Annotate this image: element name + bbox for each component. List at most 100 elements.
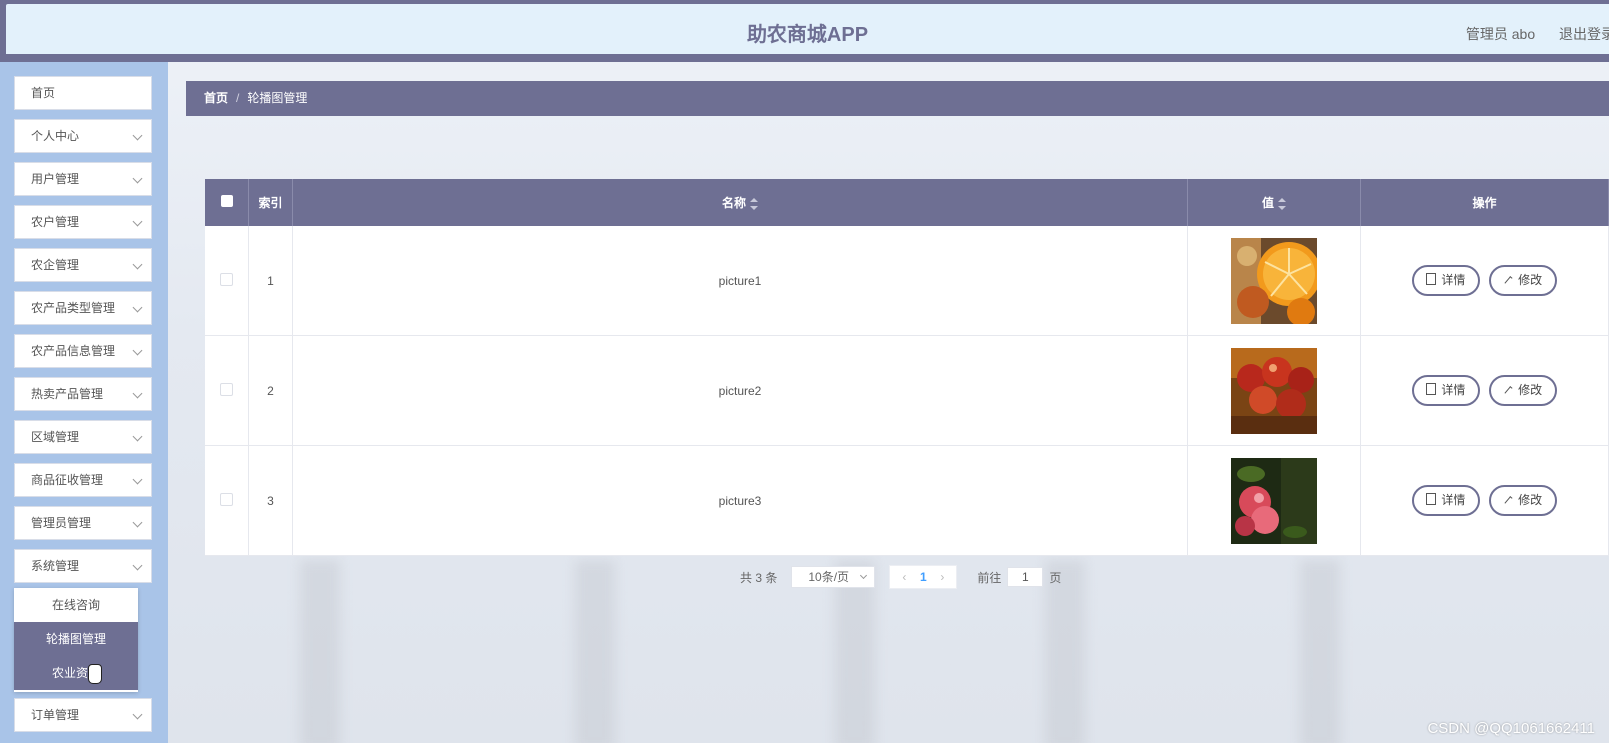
submenu-item-carousel[interactable]: 轮播图管理 (14, 622, 138, 656)
sidebar-item-product-info[interactable]: 农产品信息管理 (14, 334, 152, 368)
chevron-down-icon (132, 560, 143, 571)
chevron-down-icon (860, 571, 868, 580)
detail-button-label: 详情 (1441, 273, 1466, 287)
table-row: 2 picture2 详情 修改 (205, 335, 1609, 446)
detail-button-label: 详情 (1441, 383, 1466, 397)
sidebar-item-label: 个人中心 (31, 129, 80, 143)
chevron-down-icon (132, 388, 143, 399)
carousel-image-orange (1231, 237, 1317, 324)
carousel-image-peaches (1231, 457, 1317, 544)
column-value-label: 值 (1261, 196, 1274, 210)
app-title: 助农商城APP (746, 24, 869, 46)
select-all-cell (205, 179, 249, 226)
sort-icon[interactable] (750, 197, 758, 210)
next-page-icon[interactable]: › (934, 570, 950, 584)
page-size-value: 10条/页 (808, 570, 850, 584)
detail-button[interactable]: 详情 (1411, 485, 1480, 516)
sidebar-item-label: 订单管理 (31, 708, 80, 722)
sidebar-item-label: 农产品信息管理 (31, 344, 116, 358)
breadcrumb-current: 轮播图管理 (247, 91, 308, 105)
sidebar-item-label: 商品征收管理 (31, 473, 104, 487)
sidebar-item-personal-center[interactable]: 个人中心 (14, 119, 152, 153)
document-icon (1426, 383, 1437, 395)
breadcrumb-home[interactable]: 首页 (204, 91, 228, 105)
table-row: 3 picture3 详情 修改 (205, 445, 1609, 556)
row-checkbox[interactable] (220, 272, 233, 286)
sidebar-item-farmers[interactable]: 农户管理 (14, 205, 152, 239)
column-index: 索引 (248, 179, 293, 226)
column-name[interactable]: 名称 (292, 179, 1188, 226)
document-icon (1426, 493, 1437, 505)
submenu-item-agri-news[interactable]: 农业资讯 (14, 656, 138, 690)
edit-button-label: 修改 (1518, 273, 1543, 287)
chevron-down-icon (132, 709, 143, 720)
pen-icon (1504, 276, 1513, 285)
select-all-checkbox[interactable] (220, 195, 233, 207)
header-bar: 助农商城APP 管理员 abo 退出登录 (6, 4, 1609, 54)
header-user-area: 管理员 abo 退出登录 (1466, 24, 1609, 44)
sidebar-item-system[interactable]: 系统管理 (14, 549, 152, 583)
chevron-down-icon (132, 216, 143, 227)
chevron-down-icon (132, 517, 143, 528)
goto-prefix: 前往 (977, 570, 1002, 585)
breadcrumb-separator: / (236, 91, 240, 105)
chevron-down-icon (132, 474, 143, 485)
submenu-item-online-consult[interactable]: 在线咨询 (14, 588, 138, 622)
document-icon (1426, 273, 1437, 285)
column-value[interactable]: 值 (1187, 179, 1361, 226)
row-select-cell (205, 226, 249, 336)
row-actions: 详情 修改 (1360, 445, 1609, 556)
row-select-cell (205, 335, 249, 446)
admin-user-label: 管理员 abo (1465, 26, 1536, 42)
sidebar-item-home[interactable]: 首页 (14, 76, 152, 110)
pen-icon (1504, 386, 1513, 395)
row-checkbox[interactable] (220, 492, 233, 506)
row-name: picture2 (292, 335, 1188, 446)
sidebar-item-label: 管理员管理 (31, 516, 92, 530)
detail-button[interactable]: 详情 (1411, 375, 1480, 406)
pagination-total: 共 3 条 (740, 570, 778, 585)
prev-page-icon[interactable]: ‹ (896, 570, 912, 584)
logout-link[interactable]: 退出登录 (1559, 26, 1609, 42)
edit-button[interactable]: 修改 (1489, 375, 1558, 406)
row-checkbox[interactable] (220, 382, 233, 396)
table-header-row: 索引 名称 值 操作 (205, 179, 1609, 226)
table-row: 1 picture1 详情 修改 (205, 226, 1609, 336)
sidebar-item-orders[interactable]: 订单管理 (14, 698, 152, 732)
sidebar-item-product-types[interactable]: 农产品类型管理 (14, 291, 152, 325)
carousel-table: 索引 名称 值 操作 1 picture1 详情 修改 2 picture2 详… (205, 179, 1609, 556)
system-submenu: 在线咨询 轮播图管理 农业资讯 (14, 588, 138, 692)
sidebar-item-label: 农户管理 (31, 215, 80, 229)
detail-button-label: 详情 (1441, 493, 1466, 507)
pagination: 共 3 条 10条/页 ‹ 1 › 前往 页 (740, 565, 1061, 589)
sidebar-item-users[interactable]: 用户管理 (14, 162, 152, 196)
row-select-cell (205, 445, 249, 556)
hand-cursor-icon (88, 664, 102, 684)
edit-button[interactable]: 修改 (1489, 485, 1558, 516)
chevron-down-icon (132, 345, 143, 356)
sidebar-item-regions[interactable]: 区域管理 (14, 420, 152, 454)
page-number-current[interactable]: 1 (912, 570, 934, 584)
page-navigator: ‹ 1 › (889, 565, 958, 589)
page-size-select[interactable]: 10条/页 (791, 566, 876, 588)
column-actions: 操作 (1360, 179, 1609, 226)
row-value (1187, 335, 1361, 446)
breadcrumb: 首页 / 轮播图管理 (186, 81, 1609, 116)
sidebar-item-label: 用户管理 (31, 172, 80, 186)
row-actions: 详情 修改 (1360, 226, 1609, 336)
row-value (1187, 445, 1361, 556)
edit-button[interactable]: 修改 (1489, 265, 1558, 296)
pen-icon (1504, 496, 1513, 505)
goto-page-input[interactable] (1007, 567, 1044, 587)
chevron-down-icon (132, 259, 143, 270)
detail-button[interactable]: 详情 (1411, 265, 1480, 296)
sidebar-item-goods-collection[interactable]: 商品征收管理 (14, 463, 152, 497)
row-name: picture1 (292, 226, 1188, 336)
sidebar-item-hot-products[interactable]: 热卖产品管理 (14, 377, 152, 411)
sidebar-item-label: 首页 (31, 86, 56, 100)
row-index: 3 (248, 445, 293, 556)
sort-icon[interactable] (1278, 197, 1286, 210)
carousel-image-apples (1231, 347, 1317, 434)
sidebar-item-admins[interactable]: 管理员管理 (14, 506, 152, 540)
sidebar-item-agri-enterprises[interactable]: 农企管理 (14, 248, 152, 282)
